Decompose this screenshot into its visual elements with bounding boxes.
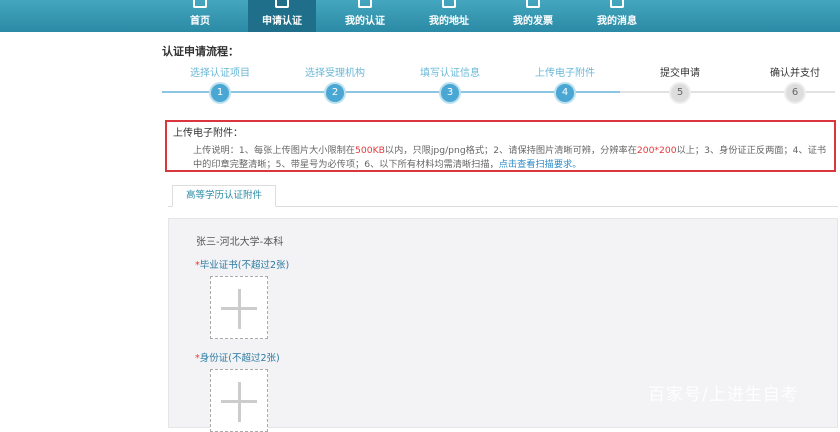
cert-icon xyxy=(358,0,372,8)
step-label: 提交申请 xyxy=(660,68,700,79)
step-label: 选择认证项目 xyxy=(190,68,250,79)
step-label: 填写认证信息 xyxy=(420,68,480,79)
invoice-icon xyxy=(526,0,540,8)
apply-icon xyxy=(275,0,289,8)
step-label: 选择受理机构 xyxy=(305,68,365,79)
id-card-label: *身份证(不超过2张) xyxy=(195,353,280,364)
tab-higher-education[interactable]: 高等学历认证附件 xyxy=(172,185,276,207)
address-icon xyxy=(442,0,456,8)
step-circle: 3 xyxy=(439,82,461,104)
scan-requirements-link[interactable]: 点击查看扫描要求。 xyxy=(499,159,582,170)
message-icon xyxy=(610,0,624,8)
nav-my-messages[interactable]: 我的消息 xyxy=(583,0,651,32)
step-circle: 1 xyxy=(209,82,231,104)
diploma-label: *毕业证书(不超过2张) xyxy=(195,260,290,271)
nav-apply[interactable]: 申请认证 xyxy=(248,0,316,32)
watermark: 百家号/上进生自考 xyxy=(648,385,799,405)
flow-title: 认证申请流程： xyxy=(162,45,239,58)
notice-body: 上传说明：1、每张上传图片大小限制在500KB以内，只限jpg/png格式；2、… xyxy=(193,145,827,170)
owner-label: 张三-河北大学-本科 xyxy=(196,237,284,248)
step-circle: 5 xyxy=(669,82,691,104)
upload-notice: 上传电子附件： 上传说明：1、每张上传图片大小限制在500KB以内，只限jpg/… xyxy=(165,120,836,172)
top-nav: 首页 申请认证 我的认证 我的地址 我的发票 我的消息 xyxy=(0,0,840,32)
nav-my-address[interactable]: 我的地址 xyxy=(415,0,483,32)
step-circle: 2 xyxy=(324,82,346,104)
nav-home[interactable]: 首页 xyxy=(166,0,234,32)
step-label: 确认并支付 xyxy=(770,68,820,79)
notice-title: 上传电子附件： xyxy=(173,128,243,139)
home-icon xyxy=(193,0,207,8)
nav-my-cert[interactable]: 我的认证 xyxy=(331,0,399,32)
nav-my-invoice[interactable]: 我的发票 xyxy=(499,0,567,32)
id-card-upload-button[interactable] xyxy=(210,369,268,432)
step-label: 上传电子附件 xyxy=(535,68,595,79)
step-circle: 6 xyxy=(784,82,806,104)
step-circle: 4 xyxy=(554,82,576,104)
diploma-upload-button[interactable] xyxy=(210,276,268,339)
